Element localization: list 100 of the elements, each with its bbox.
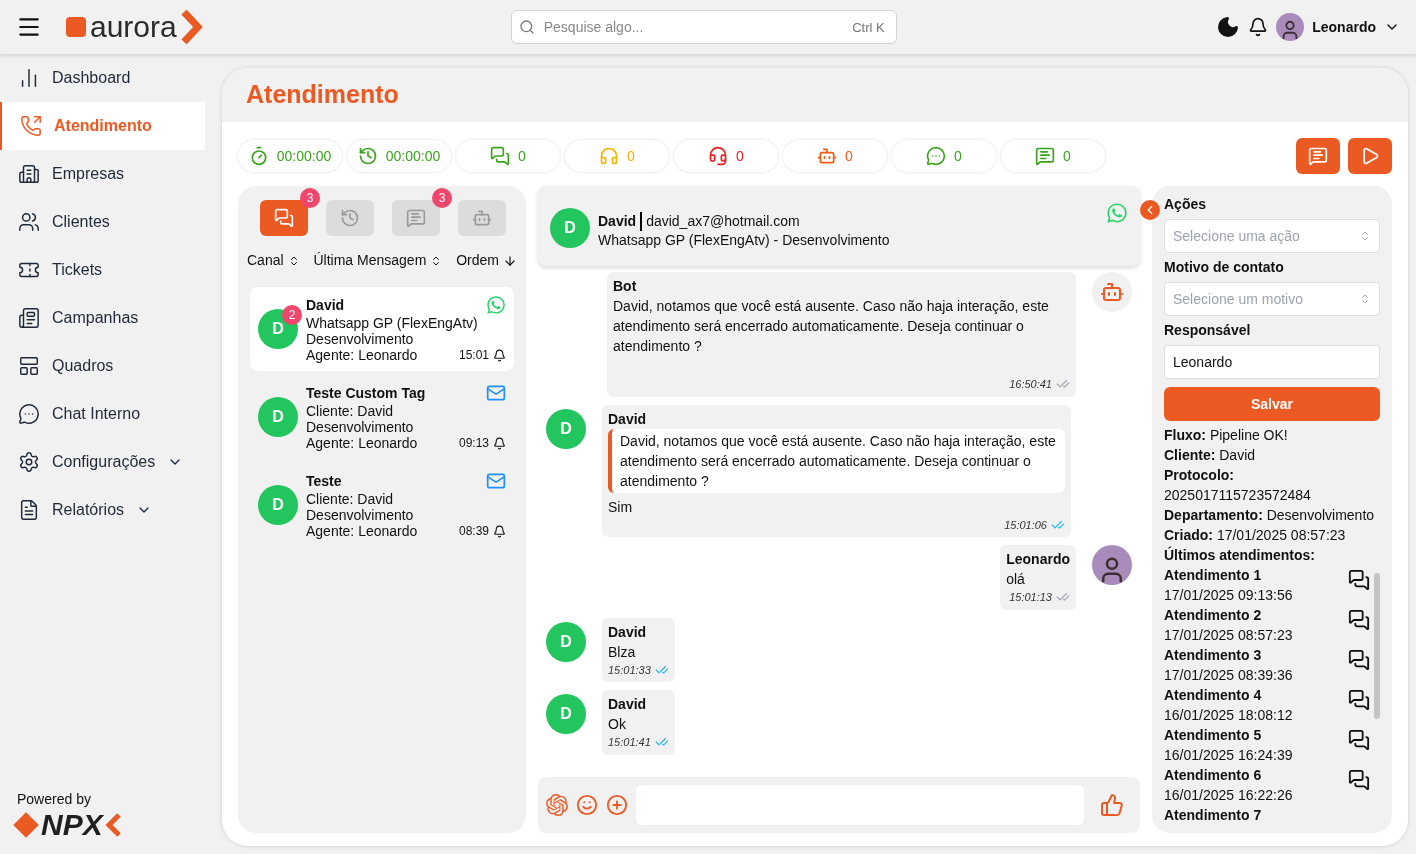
chat-bubbles-icon[interactable] [1348,609,1370,631]
stat-pill: 00:00:00 [238,140,342,172]
ticket-name: David [306,297,345,313]
avatar: D [258,485,298,525]
ticket-detail: Agente: Leonardo [306,347,418,363]
ticket-name: Teste Custom Tag [306,385,426,401]
sort-control[interactable]: Ordem [456,250,517,271]
stat-pill: 0 [783,140,887,172]
sidebar-item[interactable]: Dashboard [0,54,205,102]
clock-icon [340,208,360,228]
queue-tab[interactable] [260,200,308,236]
ticket-detail: Desenvolvimento [306,507,414,523]
chat-bubbles-icon[interactable] [1348,689,1370,711]
sidebar-item[interactable]: Empresas [0,150,205,198]
moon-icon[interactable] [1216,15,1241,39]
chat-button[interactable] [1296,138,1340,174]
chat-bubbles-icon[interactable] [1348,649,1370,671]
stat-pill: 0 [1001,140,1105,172]
history-title: Últimos atendimentos: [1164,545,1316,565]
avatar: D [546,408,586,449]
bell-icon[interactable] [1248,17,1269,37]
chat-bubbles-icon[interactable] [1348,729,1370,751]
ai-icon[interactable] [546,794,568,816]
ticket-item[interactable]: D Teste Custom Tag Cliente: David Desenvolvimento Agente: Leonardo 09:13 [250,375,514,459]
user-name[interactable]: Leonardo [1312,16,1376,38]
history-date: 16/01/2025 16:22:26 [1164,786,1293,805]
sort-icon [1359,230,1371,242]
message-text: olá [1006,570,1026,589]
info-text: Protocolo: 2025017115723572484 [1164,466,1312,505]
history-item-title: Atendimento 4 [1164,686,1263,705]
chat-bubbles-icon [274,208,294,228]
input-field[interactable]: Leonardo [1164,345,1380,379]
chat-bubble-icon [18,403,40,425]
phone-icon [20,115,42,137]
chat-lines-icon [1308,146,1328,166]
info-text: Cliente: David [1164,446,1257,465]
chat-bubbles-icon [490,146,511,166]
ticket-item[interactable]: D Teste Cliente: David Desenvolvimento Agente: Leonardo 08:39 [250,463,514,547]
sidebar-item[interactable]: Campanhas [0,294,205,342]
queue-tab[interactable] [458,200,506,236]
user-avatar[interactable] [1276,13,1305,41]
info-text: Fluxo: Pipeline OK! [1164,426,1289,445]
sort-control[interactable]: Canal [247,250,300,271]
ticket-time: 15:01 [458,347,489,363]
settings-icon [18,451,40,473]
info-text: Criado: 17/01/2025 08:57:23 [1164,526,1347,545]
history-date: 16/01/2025 18:08:12 [1164,706,1293,725]
message-author: David [608,695,648,714]
play-button[interactable] [1348,138,1392,174]
stat-pill: 0 [456,140,560,172]
sidebar-item[interactable]: Chat Interno [0,390,205,438]
board-icon [18,355,40,377]
sidebar-item[interactable]: Configurações [0,438,205,486]
history-item-title: Atendimento 1 [1164,566,1263,585]
count-badge: 2 [282,305,302,325]
ticket-time: 08:39 [458,523,489,539]
mail-icon [486,383,506,403]
history-item-title: Atendimento 3 [1164,646,1263,665]
sort-control[interactable]: Última Mensagem [313,250,443,271]
bell-icon [493,436,506,450]
sidebar-item[interactable]: Tickets [0,246,205,294]
avatar: D [258,397,298,437]
robot-icon [817,146,838,166]
aurora-logo: aurora [66,10,203,44]
chat-bubbles-icon[interactable] [1348,769,1370,791]
contact-channel: Whatsapp GP (FlexEngAtv) - Desenvolvimento [598,231,890,250]
message-time: 15:01:13 [1009,590,1052,605]
ticket-detail: Desenvolvimento [306,331,414,347]
collapse-button[interactable] [1140,200,1160,220]
count-badge: 3 [300,188,320,208]
headphones-icon [599,146,620,166]
chat-bubbles-icon[interactable] [1348,569,1370,591]
robot-icon [1100,280,1124,304]
newspaper-icon [18,307,40,329]
sidebar-item[interactable]: Relatórios [0,486,205,534]
queue-tab[interactable] [326,200,374,236]
ticket-detail: Whatsapp GP (FlexEngAtv) [306,315,478,331]
message-author: David [608,622,648,642]
history-date: 17/01/2025 08:57:23 [1164,626,1293,645]
ticket-time: 09:13 [458,435,489,451]
history-date: 17/01/2025 08:39:36 [1164,666,1293,685]
sidebar-item[interactable]: Clientes [0,198,205,246]
building-icon [18,163,40,185]
thumbs-up-icon[interactable] [1100,793,1124,817]
message-text: Ok [608,715,627,734]
field-label: Motivo de contato [1164,258,1285,277]
message-author: Leonardo [1006,550,1070,569]
scrollbar[interactable] [1374,573,1380,719]
queue-tab[interactable] [392,200,440,236]
message-time: 16:50:41 [1009,377,1052,392]
sidebar-item[interactable]: Quadros [0,342,205,390]
stat-pill: 0 [674,140,778,172]
clock-icon [357,146,378,166]
ticket-detail: Cliente: David [306,403,394,419]
message-text: Sim [608,497,634,517]
ticket-name: Teste [306,473,342,489]
smile-icon[interactable] [576,794,598,816]
history-date: 16/01/2025 16:24:39 [1164,746,1293,765]
add-icon[interactable] [606,794,628,816]
avatar: D [550,208,590,248]
